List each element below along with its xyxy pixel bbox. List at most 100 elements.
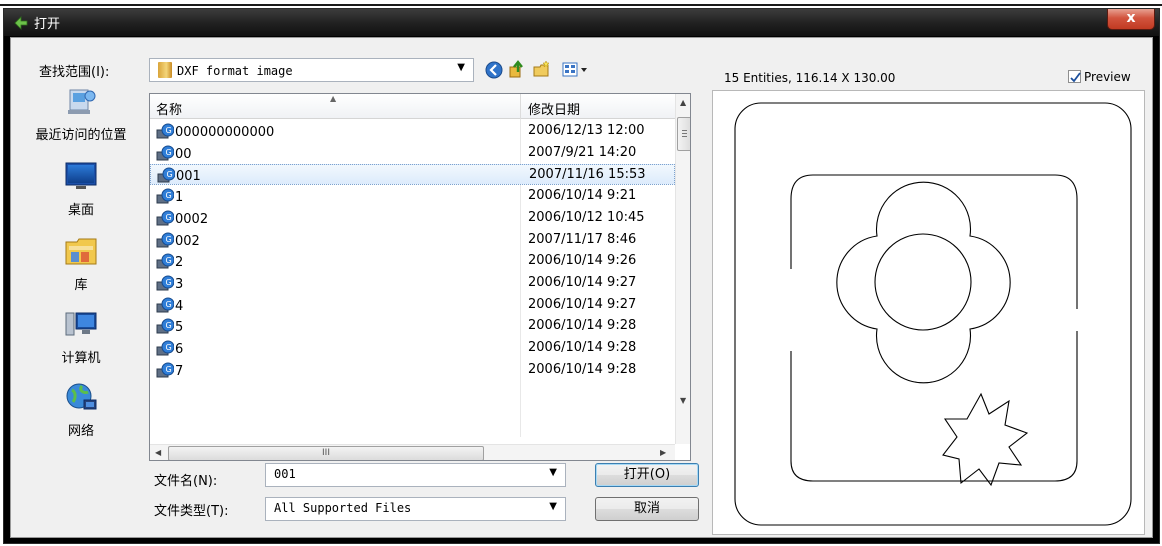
svg-text:G: G xyxy=(166,235,172,244)
scroll-up-arrow-icon[interactable]: ▲ xyxy=(680,98,686,107)
places-bar: 最近访问的位置 桌面 库 计算机 网络 xyxy=(17,86,145,486)
file-name: 2 xyxy=(175,255,184,271)
network-icon xyxy=(66,383,97,410)
window-title: 打开 xyxy=(34,17,61,32)
dxf-drawing xyxy=(734,102,1132,526)
column-header-modified[interactable]: 修改日期 xyxy=(528,99,580,118)
list-item[interactable]: G 00 2007/9/21 14:20 xyxy=(150,143,675,164)
file-modified-date: 2006/10/12 10:45 xyxy=(528,209,645,225)
list-item[interactable]: G 4 2006/10/14 9:27 xyxy=(150,295,675,316)
file-name: 7 xyxy=(175,363,184,379)
column-header-name[interactable]: 名称 xyxy=(156,99,182,118)
inner-circle-shape xyxy=(874,233,972,331)
up-folder-icon[interactable] xyxy=(508,60,526,78)
back-icon[interactable] xyxy=(485,61,503,79)
file-list[interactable]: 名称 ▲ 修改日期 G 000000000000 2006/12/13 12:00 G… xyxy=(149,93,691,461)
list-item[interactable]: G 2 2006/10/14 9:26 xyxy=(150,251,675,272)
horizontal-scrollbar[interactable]: ◀ III ▶ xyxy=(150,444,675,460)
svg-text:G: G xyxy=(166,213,172,222)
vertical-scrollbar[interactable]: ▲ ▼ xyxy=(675,94,690,444)
place-computer[interactable]: 计算机 xyxy=(17,309,145,366)
horizontal-scroll-thumb[interactable]: III xyxy=(168,446,484,460)
dxf-preview xyxy=(712,90,1145,535)
sort-arrow-icon: ▲ xyxy=(330,94,337,103)
gear-shape xyxy=(942,392,1029,487)
svg-text:G: G xyxy=(166,300,172,309)
open-button[interactable]: 打开(O) xyxy=(595,463,699,487)
open-file-icon xyxy=(14,16,28,30)
place-label: 最近访问的位置 xyxy=(35,128,127,143)
list-header: 名称 ▲ 修改日期 xyxy=(150,94,675,119)
list-item[interactable]: G 001 2007/11/16 15:53 xyxy=(150,164,675,186)
file-name-value[interactable]: 001 xyxy=(274,467,296,481)
svg-text:G: G xyxy=(166,191,172,200)
place-desktop[interactable]: 桌面 xyxy=(17,161,145,218)
list-item[interactable]: G 5 2006/10/14 9:28 xyxy=(150,316,675,337)
file-modified-date: 2007/9/21 14:20 xyxy=(528,144,637,160)
file-modified-date: 2006/10/14 9:27 xyxy=(528,296,637,312)
vertical-scroll-thumb[interactable] xyxy=(677,117,690,151)
place-label: 网络 xyxy=(67,424,94,439)
file-name: 5 xyxy=(175,320,184,336)
list-item[interactable]: G 002 2007/11/17 8:46 xyxy=(150,230,675,251)
list-item[interactable]: G 3 2006/10/14 9:27 xyxy=(150,273,675,294)
file-modified-date: 2006/10/14 9:28 xyxy=(528,340,637,355)
place-label: 桌面 xyxy=(67,203,94,218)
file-type-combo[interactable]: All Supported Files ▼ xyxy=(265,497,566,521)
place-label: 计算机 xyxy=(61,351,101,366)
list-item[interactable]: G 6 2006/10/14 9:28 xyxy=(150,338,675,359)
file-name-label: 文件名(N): xyxy=(154,474,218,489)
file-name: 001 xyxy=(176,169,201,185)
preview-checkbox[interactable]: Preview xyxy=(1068,70,1131,84)
dxf-file-icon: G xyxy=(156,210,175,226)
checkbox-checked-icon[interactable] xyxy=(1068,70,1081,83)
new-folder-icon[interactable] xyxy=(533,60,551,78)
svg-text:G: G xyxy=(166,256,172,265)
svg-text:G: G xyxy=(166,343,172,352)
chevron-down-icon[interactable]: ▼ xyxy=(549,467,557,478)
preview-checkbox-label: Preview xyxy=(1084,70,1131,84)
chevron-down-icon: ▼ xyxy=(457,62,465,73)
dxf-file-icon: G xyxy=(156,340,175,356)
file-type-value: All Supported Files xyxy=(274,501,412,515)
scroll-down-arrow-icon[interactable]: ▼ xyxy=(680,396,686,405)
scroll-right-arrow-icon[interactable]: ▶ xyxy=(660,448,666,457)
close-button[interactable]: x xyxy=(1107,9,1155,30)
close-icon: x xyxy=(1126,10,1136,26)
flower-shape xyxy=(836,181,1011,384)
dxf-file-icon: G xyxy=(156,123,175,139)
inner-panel-shape xyxy=(790,174,1078,482)
place-network[interactable]: 网络 xyxy=(17,382,145,439)
file-name: 3 xyxy=(175,276,184,292)
view-menu-icon[interactable] xyxy=(562,61,592,79)
look-in-label: 查找范围(I): xyxy=(39,65,110,80)
recent-places-icon xyxy=(68,89,96,114)
file-name: 00 xyxy=(175,146,192,162)
file-name: 4 xyxy=(175,298,184,314)
place-libraries[interactable]: 库 xyxy=(17,236,145,293)
libraries-icon xyxy=(65,238,97,265)
file-modified-date: 2006/10/14 9:26 xyxy=(528,253,637,269)
file-name: 002 xyxy=(175,233,200,249)
look-in-combo[interactable]: DXF format image ▼ xyxy=(149,58,474,82)
look-in-value: DXF format image xyxy=(177,64,293,78)
place-recent[interactable]: 最近访问的位置 xyxy=(17,86,145,143)
screen-top-edge xyxy=(0,0,1162,6)
scroll-left-arrow-icon[interactable]: ◀ xyxy=(155,448,161,457)
file-modified-date: 2007/11/17 8:46 xyxy=(528,231,637,247)
list-item[interactable]: G 7 2006/10/14 9:28 xyxy=(150,360,675,381)
svg-text:G: G xyxy=(166,278,172,287)
list-item[interactable]: G 000000000000 2006/12/13 12:00 xyxy=(150,121,675,142)
dxf-file-icon: G xyxy=(156,232,175,248)
chevron-down-icon[interactable]: ▼ xyxy=(549,501,557,512)
list-item[interactable]: G 0002 2006/10/12 10:45 xyxy=(150,208,675,229)
svg-text:G: G xyxy=(166,365,172,374)
list-item[interactable]: G 1 2006/10/14 9:21 xyxy=(150,186,675,207)
cancel-button[interactable]: 取消 xyxy=(595,497,699,521)
computer-icon xyxy=(65,312,97,336)
folder-icon xyxy=(158,62,172,78)
file-name: 1 xyxy=(175,190,184,206)
file-name-combo[interactable]: 001 ▼ xyxy=(265,463,566,487)
title-bar[interactable]: 打开 x xyxy=(4,9,1159,36)
dxf-file-icon: G xyxy=(156,297,175,313)
